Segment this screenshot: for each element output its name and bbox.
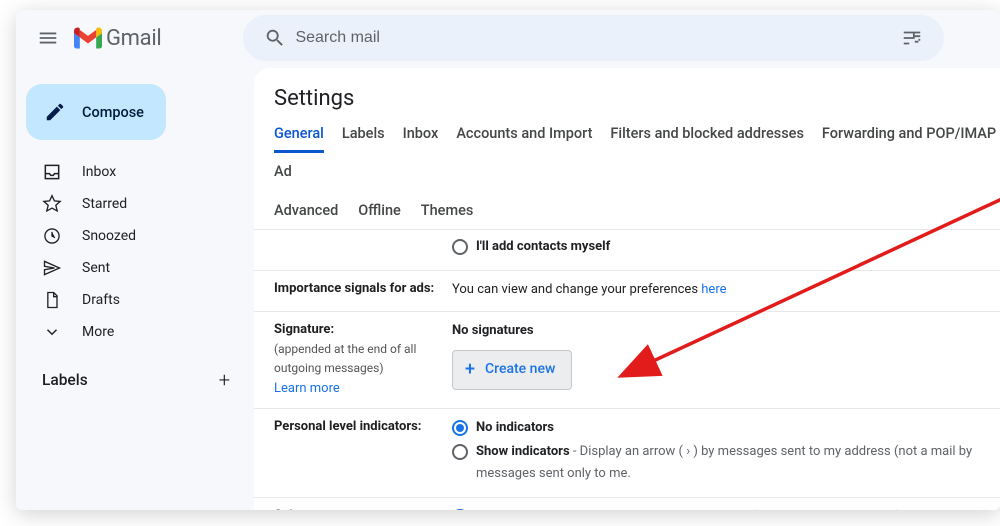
search-box[interactable] <box>243 15 944 61</box>
create-new-signature-button[interactable]: + Create new <box>452 350 572 390</box>
signature-label: Signature: <box>274 322 334 337</box>
main-menu-button[interactable] <box>24 14 72 62</box>
page-title: Settings <box>254 68 1000 125</box>
tab-filters[interactable]: Filters and blocked addresses <box>610 125 804 153</box>
radio-add-contacts-myself[interactable] <box>452 239 468 255</box>
snippets-label: Snippets: <box>274 508 329 510</box>
nav-label: More <box>82 324 114 340</box>
star-icon <box>42 194 62 214</box>
radio-show-snippets[interactable] <box>452 509 468 510</box>
sidebar-item-inbox[interactable]: Inbox <box>16 156 242 188</box>
pli-opt1: No indicators <box>476 420 554 435</box>
importance-here-link[interactable]: here <box>701 282 726 297</box>
app-name: Gmail <box>106 26 161 51</box>
header: Gmail <box>16 10 1000 66</box>
gmail-logo[interactable]: Gmail <box>72 26 161 51</box>
setting-contacts-partial: I'll add contacts myself <box>254 236 1000 271</box>
snip-opt1-bold: Show snippets <box>476 509 562 510</box>
tab-general[interactable]: General <box>274 125 324 153</box>
sidebar-item-sent[interactable]: Sent <box>16 252 242 284</box>
clock-icon <box>42 226 62 246</box>
inbox-icon <box>42 162 62 182</box>
gmail-icon <box>74 27 102 49</box>
no-signatures-text: No signatures <box>452 320 1000 342</box>
importance-text: You can view and change your preferences <box>452 282 701 297</box>
search-options-icon[interactable] <box>892 27 932 49</box>
send-icon <box>42 258 62 278</box>
nav-label: Starred <box>82 196 127 212</box>
labels-title: Labels <box>42 371 88 389</box>
snip-opt1-rest: - Show snippets of the message (like Goo… <box>562 509 905 510</box>
add-label-button[interactable]: + <box>219 368 230 392</box>
main-content: Settings General Labels Inbox Accounts a… <box>254 68 1000 510</box>
tab-advanced[interactable]: Advanced <box>274 202 338 219</box>
nav-label: Sent <box>82 260 110 276</box>
setting-personal-level: Personal level indicators: No indicators… <box>254 409 1000 498</box>
setting-importance: Importance signals for ads: You can view… <box>254 271 1000 312</box>
create-new-label: Create new <box>485 358 555 382</box>
sidebar-item-starred[interactable]: Starred <box>16 188 242 220</box>
tab-accounts[interactable]: Accounts and Import <box>456 125 592 153</box>
sidebar-item-drafts[interactable]: Drafts <box>16 284 242 316</box>
settings-tabs: General Labels Inbox Accounts and Import… <box>254 125 1000 192</box>
setting-snippets: Snippets: Show snippets - Show snippets … <box>254 498 1000 510</box>
pencil-icon <box>44 101 66 123</box>
tab-addons-cut[interactable]: Ad <box>274 163 292 191</box>
sidebar-item-more[interactable]: More <box>16 316 242 348</box>
signature-learn-more-link[interactable]: Learn more <box>274 381 340 396</box>
labels-section-header: Labels + <box>16 362 254 392</box>
search-icon <box>255 27 295 49</box>
settings-scroll[interactable]: I'll add contacts myself Importance sign… <box>254 229 1000 510</box>
plus-icon: + <box>465 361 475 379</box>
tab-offline[interactable]: Offline <box>358 202 401 219</box>
radio-show-indicators[interactable] <box>452 444 468 460</box>
tab-inbox[interactable]: Inbox <box>403 125 439 153</box>
tab-labels[interactable]: Labels <box>342 125 385 153</box>
compose-button[interactable]: Compose <box>26 84 166 140</box>
radio-no-indicators[interactable] <box>452 420 468 436</box>
signature-sub: (appended at the end of all outgoing mes… <box>274 342 416 376</box>
contacts-option-label: I'll add contacts myself <box>476 239 610 254</box>
nav-label: Drafts <box>82 292 120 308</box>
settings-tabs-row2: Advanced Offline Themes <box>254 192 1000 229</box>
nav-label: Snoozed <box>82 228 136 244</box>
hamburger-icon <box>37 27 59 49</box>
chevron-down-icon <box>42 323 62 341</box>
tab-forwarding[interactable]: Forwarding and POP/IMAP <box>822 125 996 153</box>
search-input[interactable] <box>295 29 892 47</box>
setting-signature: Signature: (appended at the end of all o… <box>254 312 1000 409</box>
nav-label: Inbox <box>82 164 116 180</box>
tab-themes[interactable]: Themes <box>421 202 474 219</box>
pli-opt2-bold: Show indicators <box>476 444 570 459</box>
importance-label: Importance signals for ads: <box>274 281 434 296</box>
search-container <box>243 15 944 61</box>
pli-label: Personal level indicators: <box>274 419 421 434</box>
sidebar: Compose Inbox Starred Snoozed Sent Draft… <box>16 66 254 510</box>
sidebar-item-snoozed[interactable]: Snoozed <box>16 220 242 252</box>
compose-label: Compose <box>82 104 144 121</box>
file-icon <box>42 290 62 310</box>
